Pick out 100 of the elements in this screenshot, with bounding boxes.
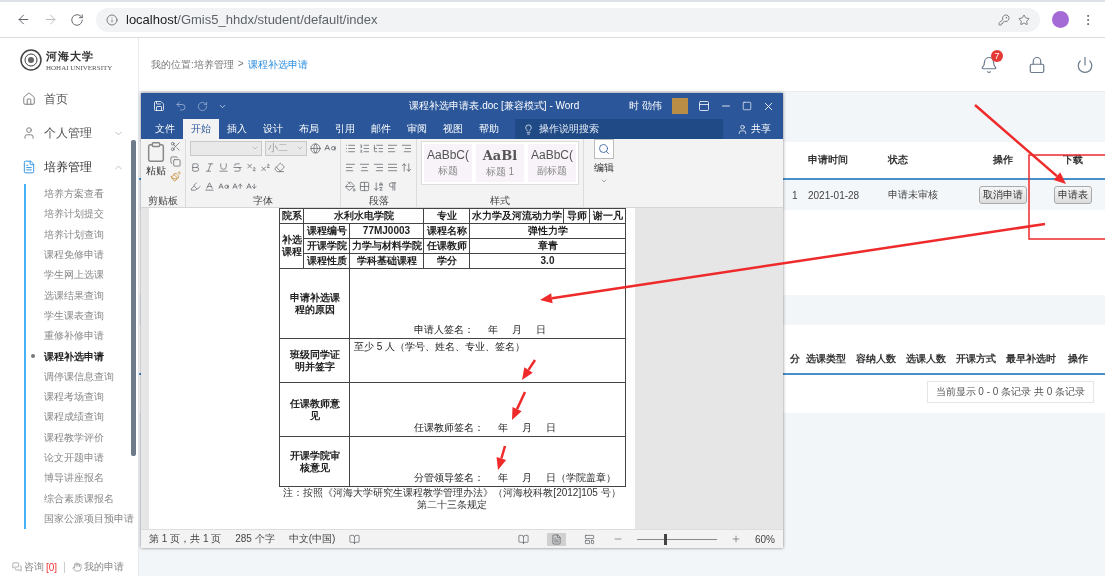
numbering-icon[interactable] bbox=[359, 142, 370, 154]
sidebar-subitem[interactable]: 学生课表查询 bbox=[26, 305, 138, 327]
scrollbar[interactable] bbox=[131, 140, 136, 456]
sidebar-item[interactable]: 培养管理 bbox=[0, 150, 138, 184]
ribbon-tab[interactable]: 开始 bbox=[183, 119, 219, 139]
superscript-icon[interactable] bbox=[260, 161, 271, 173]
column-header: 选课人数 bbox=[903, 345, 953, 375]
my-requests-link[interactable]: 我的申请 bbox=[72, 560, 125, 574]
ribbon-tab[interactable]: 设计 bbox=[255, 119, 291, 139]
sidebar-subitem[interactable]: 课程教学评价 bbox=[26, 427, 138, 448]
caret-icon[interactable] bbox=[600, 177, 608, 185]
sidebar-subitem[interactable]: 培养方案查看 bbox=[26, 184, 138, 205]
eraser-icon[interactable] bbox=[274, 161, 285, 173]
sidebar-subitem[interactable]: 论文开题申请 bbox=[26, 447, 138, 469]
justify-icon[interactable] bbox=[387, 161, 398, 173]
form-label: 申请补选课程的原因 bbox=[279, 268, 350, 339]
italic-icon[interactable] bbox=[204, 161, 215, 173]
font-color-icon[interactable] bbox=[204, 180, 215, 192]
sidebar-subitem[interactable]: 选课结果查询 bbox=[26, 285, 138, 306]
tell-me-search[interactable]: 操作说明搜索 bbox=[515, 119, 723, 139]
print-layout-button[interactable] bbox=[547, 532, 566, 546]
style-option[interactable]: AaBbC( 副标题 bbox=[528, 144, 576, 182]
globe-icon[interactable] bbox=[310, 142, 321, 154]
subscript-icon[interactable] bbox=[246, 161, 257, 173]
line-spacing-icon[interactable] bbox=[401, 161, 412, 173]
case-icon[interactable] bbox=[218, 180, 229, 192]
save-icon[interactable] bbox=[153, 100, 165, 112]
sidebar-subitem[interactable]: 课程考场查询 bbox=[26, 386, 138, 408]
ribbon-tab[interactable]: 邮件 bbox=[363, 119, 399, 139]
sidebar-subitem[interactable]: 课程成绩查询 bbox=[26, 407, 138, 428]
paste-label[interactable]: 粘贴 bbox=[146, 164, 166, 178]
shading-icon[interactable] bbox=[345, 180, 356, 192]
align-center-icon[interactable] bbox=[359, 161, 370, 173]
show-marks-icon[interactable] bbox=[387, 180, 398, 192]
form-label: 课程性质 bbox=[303, 253, 350, 269]
clipboard-icon[interactable] bbox=[145, 141, 167, 163]
brush-icon[interactable] bbox=[170, 171, 181, 182]
ribbon-tab[interactable]: 审阅 bbox=[399, 119, 435, 139]
back-icon[interactable] bbox=[16, 12, 31, 27]
multilevel-list-icon[interactable] bbox=[373, 142, 384, 154]
ribbon-tab[interactable]: 插入 bbox=[219, 119, 255, 139]
maximize-icon[interactable] bbox=[742, 101, 752, 111]
ribbon-tab[interactable]: 布局 bbox=[291, 119, 327, 139]
ribbon-tab[interactable]: 文件 bbox=[147, 119, 183, 139]
highlighter-icon[interactable] bbox=[190, 180, 201, 192]
download-form-button[interactable]: 申请表 bbox=[1054, 186, 1092, 204]
redo-icon[interactable] bbox=[197, 100, 208, 112]
bell-icon[interactable] bbox=[980, 55, 998, 74]
underline-icon[interactable] bbox=[218, 161, 229, 173]
find-button[interactable] bbox=[594, 139, 614, 159]
strikethrough-icon[interactable] bbox=[232, 161, 243, 173]
sidebar-item[interactable]: 个人管理 bbox=[0, 116, 138, 150]
bold-icon[interactable] bbox=[190, 161, 201, 173]
sidebar-item[interactable]: 首页 bbox=[0, 82, 138, 116]
style-option[interactable]: AaBl 标题 1 bbox=[476, 144, 524, 182]
cancel-request-button[interactable]: 取消申请 bbox=[978, 186, 1027, 204]
zoom-in-icon[interactable] bbox=[731, 534, 741, 544]
shrink-font-icon[interactable] bbox=[246, 180, 257, 192]
borders-icon[interactable] bbox=[359, 180, 370, 192]
sidebar-subitem[interactable]: 培养计划提交 bbox=[26, 204, 138, 225]
sidebar-subitem[interactable]: 综合素质课报名 bbox=[26, 488, 138, 509]
editing-label[interactable]: 编辑 bbox=[594, 161, 614, 175]
lock-icon[interactable] bbox=[1028, 55, 1046, 74]
sidebar-subitem[interactable]: 学生网上选课 bbox=[26, 265, 138, 286]
proofing-icon[interactable] bbox=[349, 533, 361, 545]
sidebar-subitem[interactable]: 培养计划查询 bbox=[26, 224, 138, 245]
sort-icon[interactable] bbox=[373, 180, 384, 192]
align-right-icon[interactable] bbox=[373, 161, 384, 173]
consult-link[interactable]: 咨询 [0] bbox=[12, 560, 58, 574]
scissors-icon[interactable] bbox=[170, 141, 181, 152]
copy-icon[interactable] bbox=[170, 156, 181, 167]
sidebar-subitem[interactable]: 课程补选申请 bbox=[26, 346, 138, 367]
power-icon[interactable] bbox=[1076, 55, 1094, 74]
form-value: 水利水电学院 bbox=[303, 208, 424, 224]
sidebar-subitem[interactable]: 博导讲座报名 bbox=[26, 468, 138, 489]
sidebar-subitem[interactable]: 课程免修申请 bbox=[26, 244, 138, 266]
address-bar[interactable]: localhost/Gmis5_hhdx/student/default/index bbox=[96, 7, 1040, 32]
sidebar-subitem[interactable]: 重修补修申请 bbox=[26, 326, 138, 347]
undo-icon[interactable] bbox=[175, 100, 187, 112]
key-icon[interactable] bbox=[998, 13, 1010, 26]
ribbon-tab[interactable]: 帮助 bbox=[471, 119, 507, 139]
star-icon[interactable] bbox=[1018, 13, 1030, 26]
profile-avatar[interactable] bbox=[1052, 11, 1069, 28]
zoom-thumb[interactable] bbox=[664, 533, 667, 545]
ribbon-tab[interactable]: 引用 bbox=[327, 119, 363, 139]
university-emblem-icon bbox=[20, 49, 42, 71]
ribbon-display-icon[interactable] bbox=[698, 100, 710, 112]
bullets-icon[interactable] bbox=[345, 142, 356, 154]
sidebar-subitem[interactable]: 调停课信息查询 bbox=[26, 366, 138, 387]
sidebar-subitem[interactable]: 国家公派项目预申请 bbox=[26, 508, 138, 530]
font-name-field[interactable] bbox=[190, 140, 262, 156]
chat-icon bbox=[12, 562, 22, 572]
forward-icon[interactable] bbox=[43, 12, 58, 27]
grow-font-icon[interactable] bbox=[232, 180, 243, 192]
form-value: 水力学及河流动力学 bbox=[469, 208, 564, 224]
share-button[interactable]: 共享 bbox=[723, 119, 783, 139]
reload-icon[interactable] bbox=[70, 12, 84, 27]
style-option[interactable]: AaBbC( 标题 bbox=[424, 144, 472, 182]
align-left-icon[interactable] bbox=[345, 161, 356, 173]
ribbon-tab[interactable]: 视图 bbox=[435, 119, 471, 139]
